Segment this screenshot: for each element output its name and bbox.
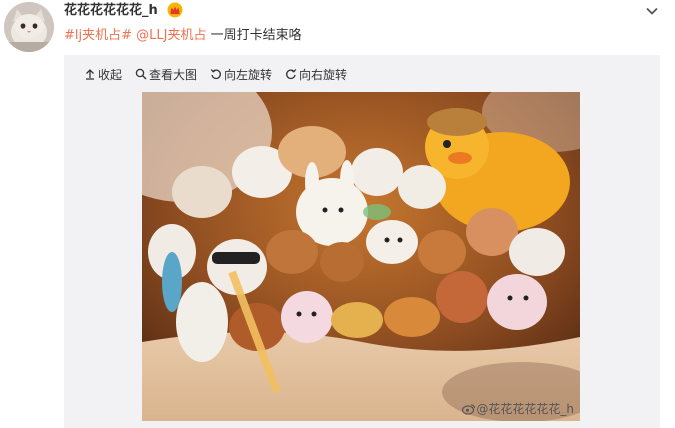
rotate-right-icon: [286, 69, 297, 80]
view-large-button[interactable]: 查看大图: [135, 66, 197, 83]
media-panel: 收起 查看大图 向左旋转 向右旋转 @花花花花花花_h: [64, 55, 660, 428]
collapse-button[interactable]: 收起: [84, 66, 122, 83]
image-toolbar: 收起 查看大图 向左旋转 向右旋转: [84, 65, 360, 83]
collapse-arrow-icon: [86, 69, 94, 80]
collapse-label: 收起: [98, 67, 123, 82]
photo-watermark: @花花花花花花_h: [462, 400, 574, 417]
rotate-right-label: 向右旋转: [299, 67, 348, 82]
post-photo[interactable]: @花花花花花花_h: [142, 92, 580, 421]
post-text: #lj夹机占# @LLJ夹机占 一周打卡结束咯: [64, 27, 302, 45]
cat-avatar-icon: [4, 2, 54, 52]
mention-link[interactable]: @LLJ夹机占: [136, 28, 206, 43]
rotate-right-button[interactable]: 向右旋转: [285, 66, 347, 83]
hashtag-link[interactable]: #lj夹机占#: [64, 28, 132, 43]
watermark-text: @花花花花花花_h: [476, 402, 574, 416]
view-large-label: 查看大图: [149, 67, 198, 82]
vip-crown-icon[interactable]: [167, 2, 183, 18]
weibo-logo-icon: [462, 403, 476, 415]
post-body: 一周打卡结束咯: [210, 28, 302, 43]
avatar[interactable]: [4, 2, 54, 52]
rotate-left-label: 向左旋转: [224, 67, 273, 82]
rotate-left-button[interactable]: 向左旋转: [210, 66, 272, 83]
search-icon: [135, 68, 147, 80]
author-name[interactable]: 花花花花花花_h: [64, 2, 158, 20]
chevron-down-icon[interactable]: [645, 4, 659, 18]
rotate-left-icon: [210, 69, 221, 80]
plush-toys-photo: [142, 92, 580, 421]
